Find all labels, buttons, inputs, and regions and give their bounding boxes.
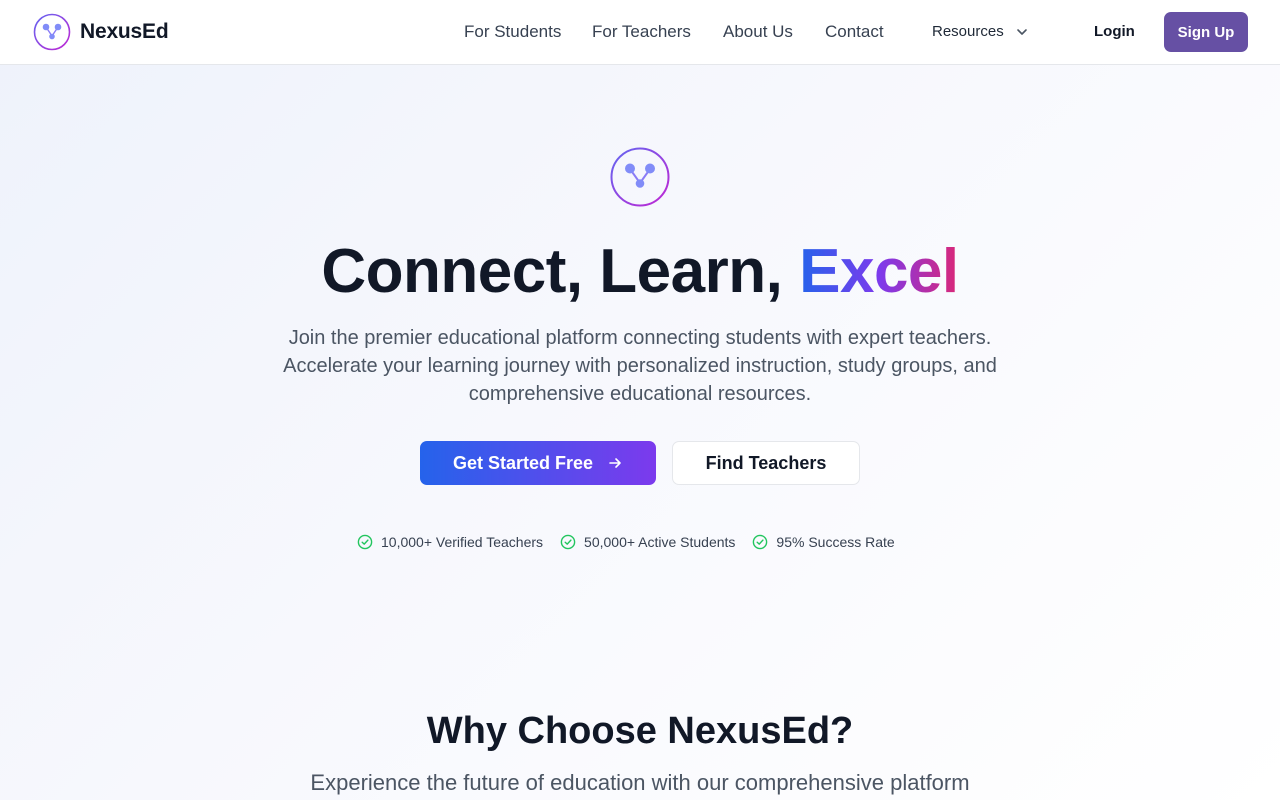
nexus-logo-icon <box>33 13 71 51</box>
nav-link-for-teachers[interactable]: For Teachers <box>592 22 691 42</box>
arrow-right-icon <box>609 458 621 468</box>
brand-name: NexusEd <box>80 20 169 43</box>
check-circle-icon <box>560 534 576 550</box>
nav-link-for-students[interactable]: For Students <box>464 22 561 42</box>
resources-dropdown[interactable]: Resources <box>932 23 1028 40</box>
hero-headline: Connect, Learn, Excel <box>0 236 1280 307</box>
check-circle-icon <box>357 534 373 550</box>
top-navbar: NexusEd For Students For Teachers About … <box>0 0 1280 65</box>
stat-label: 50,000+ Active Students <box>584 534 736 550</box>
stat-item: 95% Success Rate <box>752 534 895 550</box>
why-section-subtitle: Experience the future of education with … <box>310 770 970 795</box>
why-section-title: Why Choose NexusEd? <box>426 710 854 752</box>
stat-item: 10,000+ Verified Teachers <box>357 534 543 550</box>
hero-subtitle: Join the premier educational platform co… <box>283 327 997 405</box>
stat-label: 95% Success Rate <box>776 534 895 550</box>
find-teachers-button[interactable]: Find Teachers <box>672 441 860 485</box>
signup-button[interactable]: Sign Up <box>1164 12 1248 52</box>
stat-label: 10,000+ Verified Teachers <box>381 534 544 550</box>
nav-link-about-us[interactable]: About Us <box>723 22 793 42</box>
headline-accent: Excel <box>799 237 959 306</box>
stat-item: 50,000+ Active Students <box>560 534 735 550</box>
headline-main: Connect, Learn, <box>321 237 800 306</box>
login-button[interactable]: Login <box>1094 23 1135 40</box>
hero-logo-icon <box>610 147 670 207</box>
brand-logo-link[interactable]: NexusEd <box>33 13 169 51</box>
nav-link-contact[interactable]: Contact <box>825 22 884 42</box>
check-circle-icon <box>753 534 768 550</box>
stats-row: 10,000+ Verified Teachers 50,000+ Active… <box>357 534 912 550</box>
resources-label: Resources <box>932 23 1004 40</box>
chevron-down-icon <box>1016 28 1027 35</box>
get-started-button[interactable]: Get Started Free <box>420 441 656 485</box>
get-started-label: Get Started Free <box>452 452 594 473</box>
